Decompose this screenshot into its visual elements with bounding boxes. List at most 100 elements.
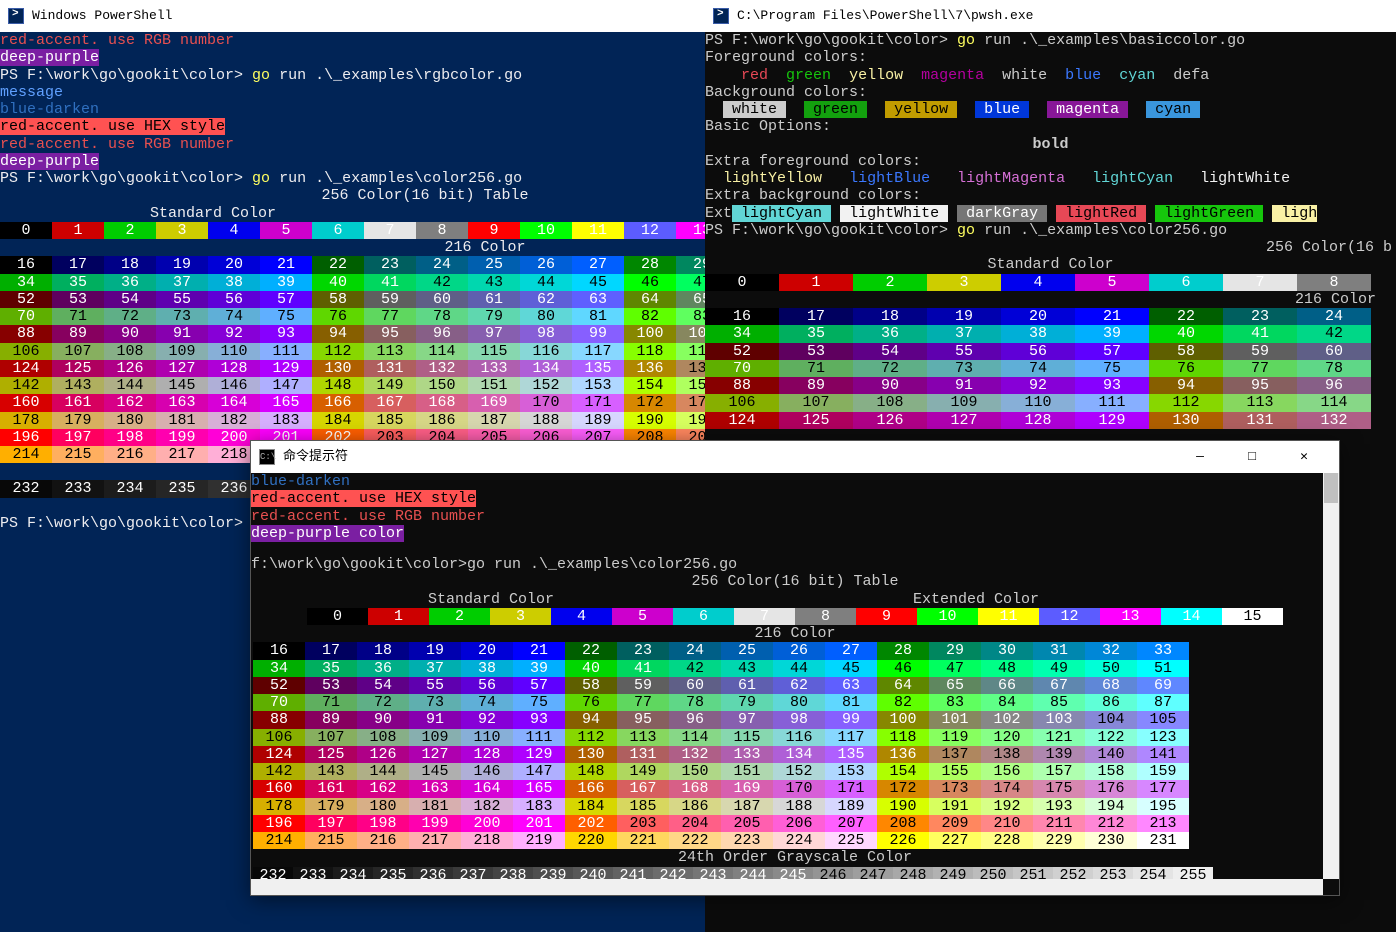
color-cell-152: 152 (520, 377, 572, 394)
color-cell-171: 171 (825, 780, 877, 797)
color-cell-94: 94 (312, 325, 364, 342)
color-cell-21: 21 (513, 642, 565, 659)
titlebar-ps[interactable]: Windows PowerShell (0, 0, 710, 32)
color-cell-52: 52 (705, 343, 779, 360)
color-cell-40: 40 (1149, 325, 1223, 342)
color-cell-145: 145 (409, 763, 461, 780)
scrollbar-vertical[interactable] (1323, 473, 1339, 879)
color-cell-174: 174 (981, 780, 1033, 797)
color-cell-233: 233 (52, 480, 104, 497)
color-cell-34: 34 (0, 274, 52, 291)
color-cell-91: 91 (409, 711, 461, 728)
color-cell-218: 218 (461, 832, 513, 849)
color-cell-22: 22 (565, 642, 617, 659)
color-cell-190: 190 (877, 798, 929, 815)
color-cell-200: 200 (461, 815, 513, 832)
color-cell-109: 109 (409, 729, 461, 746)
color-cell-73: 73 (927, 360, 1001, 377)
color-cell-206: 206 (773, 815, 825, 832)
color-cell-90: 90 (357, 711, 409, 728)
color-cell-90: 90 (104, 325, 156, 342)
color-cell-143: 143 (305, 763, 357, 780)
color-cell-53: 53 (779, 343, 853, 360)
color-cell-17: 17 (779, 308, 853, 325)
color-cell-28: 28 (877, 642, 929, 659)
color-cell-110: 110 (1001, 394, 1075, 411)
color-cell-10: 10 (917, 608, 978, 625)
color-cell-213: 213 (1137, 815, 1189, 832)
color-cell-55: 55 (156, 291, 208, 308)
color-cell-120: 120 (981, 729, 1033, 746)
color-cell-94: 94 (1149, 377, 1223, 394)
color-cell-42: 42 (669, 660, 721, 677)
color-cell-230: 230 (1085, 832, 1137, 849)
titlebar-text: 命令提示符 (283, 450, 348, 465)
color-cell-108: 108 (357, 729, 409, 746)
color-cell-132: 132 (1297, 412, 1371, 429)
color-cell-30: 30 (981, 642, 1033, 659)
color-cell-74: 74 (1001, 360, 1075, 377)
cmd-icon: C:\ (259, 449, 275, 465)
titlebar-cmd[interactable]: C:\ 命令提示符 — □ ✕ (251, 441, 1339, 473)
color-cell-139: 139 (1033, 746, 1085, 763)
color-cell-15: 15 (1222, 608, 1283, 625)
color-cell-127: 127 (156, 360, 208, 377)
color-cell-59: 59 (1223, 343, 1297, 360)
color-cell-54: 54 (357, 677, 409, 694)
terminal-body-cmd[interactable]: blue-darkenred-accent. use HEX stylered-… (251, 473, 1339, 884)
color-cell-113: 113 (364, 343, 416, 360)
color-cell-155: 155 (929, 763, 981, 780)
color-cell-204: 204 (669, 815, 721, 832)
terminal-body-pwsh[interactable]: PS F:\work\go\gookit\color> go run .\_ex… (705, 32, 1396, 429)
color-cell-130: 130 (565, 746, 617, 763)
color-cell-11: 11 (572, 222, 624, 239)
color-cell-144: 144 (357, 763, 409, 780)
color-cell-194: 194 (1085, 798, 1137, 815)
color-cell-107: 107 (779, 394, 853, 411)
color-cell-172: 172 (877, 780, 929, 797)
close-button[interactable]: ✕ (1289, 450, 1319, 465)
color-cell-60: 60 (1297, 343, 1371, 360)
maximize-button[interactable]: □ (1237, 450, 1267, 465)
scrollbar-thumb[interactable] (1324, 473, 1338, 503)
color-cell-178: 178 (0, 412, 52, 429)
color-cell-45: 45 (825, 660, 877, 677)
color-cell-132: 132 (416, 360, 468, 377)
color-cell-14: 14 (1161, 608, 1222, 625)
color-cell-16: 16 (253, 642, 305, 659)
color-cell-220: 220 (565, 832, 617, 849)
color-cell-18: 18 (853, 308, 927, 325)
color-cell-168: 168 (669, 780, 721, 797)
color-cell-150: 150 (416, 377, 468, 394)
color-cell-110: 110 (461, 729, 513, 746)
color-cell-113: 113 (617, 729, 669, 746)
color-cell-93: 93 (513, 711, 565, 728)
color-cell-201: 201 (513, 815, 565, 832)
color-cell-46: 46 (624, 274, 676, 291)
color-cell-48: 48 (981, 660, 1033, 677)
color-cell-1: 1 (368, 608, 429, 625)
minimize-button[interactable]: — (1185, 450, 1215, 465)
color-cell-109: 109 (927, 394, 1001, 411)
color-cell-149: 149 (617, 763, 669, 780)
color-cell-148: 148 (565, 763, 617, 780)
color-cell-77: 77 (1223, 360, 1297, 377)
color-cell-43: 43 (721, 660, 773, 677)
color-cell-103: 103 (1033, 711, 1085, 728)
color-cell-24: 24 (416, 256, 468, 273)
color-cell-157: 157 (1033, 763, 1085, 780)
color-cell-95: 95 (1223, 377, 1297, 394)
color-cell-229: 229 (1033, 832, 1085, 849)
color-cell-23: 23 (1223, 308, 1297, 325)
color-cell-104: 104 (1085, 711, 1137, 728)
titlebar-pwsh[interactable]: C:\Program Files\PowerShell\7\pwsh.exe (705, 0, 1396, 32)
color-cell-232: 232 (0, 480, 52, 497)
color-cell-70: 70 (705, 360, 779, 377)
color-cell-95: 95 (364, 325, 416, 342)
color-cell-219: 219 (513, 832, 565, 849)
color-cell-203: 203 (617, 815, 669, 832)
color-cell-180: 180 (104, 412, 156, 429)
color-cell-187: 187 (721, 798, 773, 815)
color-cell-196: 196 (0, 429, 52, 446)
scrollbar-horizontal[interactable] (251, 879, 1323, 895)
